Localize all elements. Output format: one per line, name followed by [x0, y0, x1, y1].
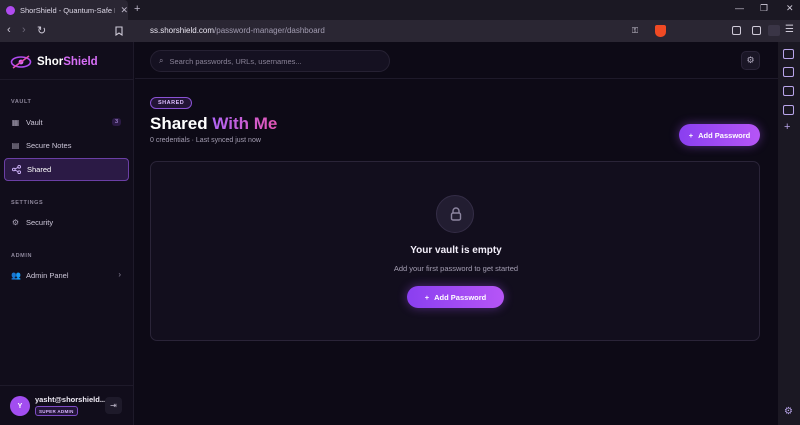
bookmark-icon[interactable] — [115, 26, 123, 36]
close-tab-icon[interactable]: ✕ — [120, 5, 128, 16]
browser-sidebar-add-icon[interactable]: + — [784, 121, 790, 133]
plus-icon: + — [424, 292, 430, 302]
browser-tab-bar: ShorShield - Quantum-Safe Pas ✕ + — ❐ ✕ — [0, 0, 800, 20]
browser-sidebar-history-icon[interactable] — [783, 105, 794, 115]
section-label-admin: ADMIN — [11, 253, 33, 259]
page-title-highlight: With Me — [212, 114, 278, 133]
brand-name-part2: Shield — [63, 56, 98, 68]
url-path: /password-manager/dashboard — [214, 26, 325, 35]
shorshield-logo-icon — [10, 55, 32, 69]
brand-name: ShorShield — [37, 56, 98, 68]
add-password-button[interactable]: + Add Password — [679, 124, 760, 146]
page-title-part1: Shared — [150, 114, 213, 133]
empty-state-subtitle: Add your first password to get started — [393, 264, 519, 273]
plus-icon: + — [688, 130, 694, 140]
browser-sidebar-save-icon[interactable] — [783, 67, 794, 77]
empty-add-password-label: Add Password — [434, 292, 487, 302]
browser-address-bar: ‹ › ↻ ss.shorshield.com/password-manager… — [0, 20, 800, 42]
sidebar-item-secure-notes[interactable]: ▤ Secure Notes — [4, 134, 129, 157]
logout-icon: ⇥ — [110, 401, 117, 410]
empty-state-card: Your vault is empty Add your first passw… — [150, 161, 760, 341]
chevron-right-icon: › — [118, 270, 121, 279]
password-key-icon[interactable]: ⚿ — [632, 26, 638, 36]
empty-add-password-button[interactable]: + Add Password — [407, 286, 504, 308]
brave-shields-icon[interactable] — [655, 25, 666, 37]
maximize-icon[interactable]: ❐ — [760, 3, 768, 14]
section-label-settings: SETTINGS — [11, 200, 44, 206]
share-icon — [12, 165, 21, 174]
sidebar-item-label: Shared — [27, 165, 52, 174]
sidebar-item-label: Vault — [26, 118, 43, 127]
credentials-status: 0 credentials · Last synced just now — [150, 137, 261, 144]
browser-sidebar-settings-icon[interactable]: ⚙ — [784, 406, 793, 417]
reload-icon[interactable]: ↻ — [37, 24, 46, 37]
avatar[interactable]: Y — [10, 396, 30, 416]
search-placeholder: Search passwords, URLs, usernames... — [169, 56, 302, 66]
vault-count-badge: 3 — [111, 118, 121, 126]
search-icon: ⌕ — [159, 56, 164, 65]
settings-button[interactable]: ⚙ — [741, 51, 760, 70]
shorshield-favicon-icon — [6, 5, 15, 15]
window-close-icon[interactable]: ✕ — [786, 3, 794, 14]
empty-state-title: Your vault is empty — [410, 245, 502, 256]
url-field[interactable]: ss.shorshield.com/password-manager/dashb… — [150, 26, 325, 35]
sidebar-item-label: Security — [26, 218, 54, 227]
gear-icon: ⚙ — [11, 218, 20, 227]
sidebar-item-vault[interactable]: ▦ Vault 3 — [4, 111, 129, 134]
url-host: ss.shorshield.com — [150, 26, 215, 35]
sidebar-toggle-icon[interactable] — [732, 26, 741, 35]
user-profile: Y yasht@shorshield... SUPER ADMIN ⇥ — [0, 385, 134, 425]
section-label-vault: VAULT — [11, 99, 32, 105]
top-bar: ⌕ Search passwords, URLs, usernames... ⚙ — [135, 42, 778, 79]
user-name: yasht@shorshield... — [35, 395, 107, 404]
sidebar-item-shared[interactable]: Shared — [4, 158, 129, 181]
menu-icon[interactable]: ☰ — [785, 24, 794, 35]
sidebar-item-security[interactable]: ⚙ Security — [4, 211, 129, 234]
lock-icon-container — [436, 195, 474, 233]
section-tag: SHARED — [150, 97, 193, 109]
users-icon: 👥 — [11, 271, 21, 280]
sidebar-divider — [0, 79, 134, 80]
browser-tab[interactable]: ShorShield - Quantum-Safe Pas ✕ — [0, 0, 128, 20]
gear-icon: ⚙ — [746, 55, 755, 65]
sidebar: ShorShield VAULT ▦ Vault 3 ▤ Secure Note… — [0, 42, 134, 425]
page-title: Shared With Me — [150, 114, 277, 134]
brand-name-part1: Shor — [37, 56, 64, 68]
grid-icon: ▦ — [11, 118, 20, 127]
lock-icon — [450, 207, 462, 221]
browser-sidebar-wallet-icon[interactable] — [783, 49, 794, 59]
tab-title: ShorShield - Quantum-Safe Pas — [19, 5, 116, 15]
split-view-icon[interactable] — [752, 26, 761, 35]
search-input[interactable]: ⌕ Search passwords, URLs, usernames... — [150, 50, 390, 72]
sidebar-item-admin-panel[interactable]: 👥 Admin Panel › — [4, 264, 129, 287]
sidebar-item-label: Secure Notes — [26, 141, 72, 150]
logout-button[interactable]: ⇥ — [105, 397, 122, 414]
new-tab-icon[interactable]: + — [134, 3, 140, 15]
forward-icon[interactable]: › — [22, 24, 26, 36]
back-icon[interactable]: ‹ — [7, 24, 11, 36]
note-icon: ▤ — [11, 141, 20, 150]
extension-icon[interactable] — [768, 25, 780, 36]
minimize-icon[interactable]: — — [735, 3, 744, 13]
browser-sidebar-reading-icon[interactable] — [783, 86, 794, 96]
role-badge: SUPER ADMIN — [35, 406, 78, 416]
brand-logo[interactable]: ShorShield — [10, 54, 98, 70]
add-password-label: Add Password — [698, 130, 751, 140]
sidebar-item-label: Admin Panel — [26, 271, 69, 280]
browser-sidebar: + ⚙ — [778, 42, 800, 425]
